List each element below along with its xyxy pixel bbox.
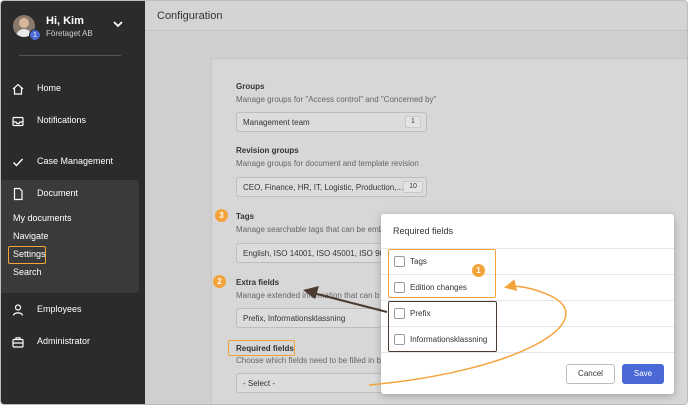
sidebar-item-label: Notifications bbox=[37, 115, 87, 125]
notification-count-badge: 1 bbox=[29, 29, 41, 41]
required-fields-description: Choose which fields need to be filled in… bbox=[236, 356, 381, 365]
extra-fields-description: Manage extended information that can b bbox=[236, 291, 380, 300]
revision-groups-description: Manage groups for document and template … bbox=[236, 159, 419, 168]
tags-description: Manage searchable tags that can be emb bbox=[236, 225, 384, 234]
chevron-down-icon[interactable] bbox=[111, 18, 125, 30]
required-fields-title: Required fields bbox=[236, 344, 294, 353]
user-company: Företaget AB bbox=[46, 29, 93, 38]
sidebar-item-employees[interactable]: Employees bbox=[1, 299, 145, 321]
home-icon bbox=[12, 83, 24, 95]
sidebar-item-label: Administrator bbox=[37, 336, 91, 346]
revision-groups-value: CEO, Finance, HR, IT, Logistic, Producti… bbox=[243, 183, 403, 192]
step-3-badge: 3 bbox=[215, 209, 228, 222]
extra-fields-field[interactable]: Prefix, Informationsklassning bbox=[236, 308, 386, 328]
sidebar-item-label: Case Management bbox=[37, 156, 114, 166]
save-button[interactable]: Save bbox=[622, 364, 664, 384]
user-menu[interactable]: 1 Hi, Kim Företaget AB bbox=[13, 15, 133, 43]
step-1-badge: 1 bbox=[472, 264, 485, 277]
sidebar-item-case-management[interactable]: Case Management bbox=[1, 151, 145, 173]
extra-fields-options-highlight bbox=[388, 301, 497, 352]
required-fields-select[interactable]: - Select - bbox=[236, 373, 386, 393]
groups-description: Manage groups for "Access control" and "… bbox=[236, 95, 437, 104]
check-icon bbox=[13, 158, 24, 167]
step-2-badge: 2 bbox=[213, 275, 226, 288]
modal-title: Required fields bbox=[393, 226, 454, 236]
sidebar-item-label: Home bbox=[37, 83, 62, 93]
sidebar-item-notifications[interactable]: Notifications bbox=[1, 110, 145, 132]
revision-groups-title: Revision groups bbox=[236, 146, 299, 155]
sidebar-item-administrator[interactable]: Administrator bbox=[1, 331, 145, 353]
inbox-icon bbox=[12, 116, 24, 127]
tags-field[interactable]: English, ISO 14001, ISO 45001, ISO 900 bbox=[236, 243, 389, 263]
cancel-button[interactable]: Cancel bbox=[566, 364, 615, 384]
submenu-my-documents[interactable]: My documents bbox=[13, 213, 72, 223]
groups-count-badge: 1 bbox=[405, 116, 421, 128]
user-greeting: Hi, Kim bbox=[46, 15, 84, 27]
submenu-navigate[interactable]: Navigate bbox=[13, 231, 49, 241]
groups-field[interactable]: Management team 1 bbox=[236, 112, 427, 132]
groups-title: Groups bbox=[236, 82, 265, 91]
sidebar: 1 Hi, Kim Företaget AB Home Notification… bbox=[1, 1, 145, 404]
sidebar-item-home[interactable]: Home bbox=[1, 78, 145, 100]
required-fields-select-value: - Select - bbox=[243, 379, 276, 388]
tags-value: English, ISO 14001, ISO 45001, ISO 900 bbox=[243, 249, 389, 258]
sidebar-item-label: Employees bbox=[37, 304, 82, 314]
top-bar: Configuration bbox=[145, 1, 687, 31]
extra-fields-title: Extra fields bbox=[236, 278, 280, 287]
person-icon bbox=[12, 304, 24, 316]
revision-groups-count-badge: 10 bbox=[403, 181, 423, 193]
document-icon bbox=[13, 187, 23, 201]
sidebar-item-document[interactable]: Document bbox=[1, 183, 145, 205]
extra-fields-value: Prefix, Informationsklassning bbox=[243, 314, 346, 323]
groups-value: Management team bbox=[243, 118, 310, 127]
app-window: 1 Hi, Kim Företaget AB Home Notification… bbox=[0, 0, 688, 405]
modal-divider bbox=[381, 352, 674, 353]
revision-groups-field[interactable]: CEO, Finance, HR, IT, Logistic, Producti… bbox=[236, 177, 427, 197]
briefcase-icon bbox=[12, 337, 24, 348]
settings-highlight bbox=[8, 246, 46, 264]
page-title: Configuration bbox=[157, 10, 223, 22]
submenu-search[interactable]: Search bbox=[13, 267, 42, 277]
sidebar-divider bbox=[19, 55, 121, 56]
sidebar-item-label: Document bbox=[37, 188, 79, 198]
tags-title: Tags bbox=[236, 212, 255, 221]
